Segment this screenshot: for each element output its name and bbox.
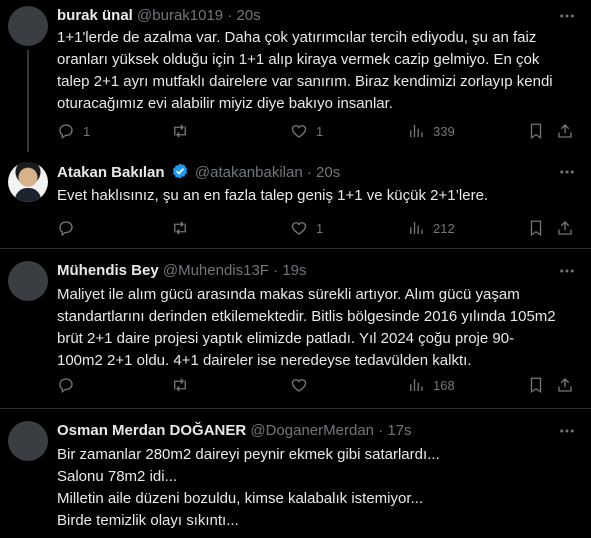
more-icon[interactable] (557, 421, 577, 441)
separator-dot: · (273, 262, 279, 279)
verified-badge-icon (172, 163, 187, 179)
bookmark-button[interactable] (527, 375, 545, 395)
author-name[interactable]: Mühendis Bey (57, 262, 159, 279)
timestamp[interactable]: 20s (316, 164, 340, 181)
bookmark-icon (530, 220, 542, 237)
bookmark-icon (530, 377, 542, 394)
thread-line (27, 50, 29, 152)
retweet-icon (174, 221, 186, 235)
tweet-text: 1+1'lerde de azalma var. Daha çok yatırı… (57, 29, 553, 112)
like-icon (291, 379, 307, 392)
avatar[interactable] (8, 6, 48, 46)
reply-icon (59, 124, 73, 140)
retweet-button[interactable] (171, 375, 197, 395)
author-name[interactable]: burak ünal (57, 7, 133, 24)
retweet-icon (174, 124, 186, 138)
reply-count: 1 (83, 123, 91, 139)
retweet-button[interactable] (171, 121, 197, 141)
reply-icon (59, 378, 73, 394)
views-count: 168 (433, 377, 455, 393)
timestamp[interactable]: 17s (387, 422, 411, 439)
author-handle[interactable]: @DoganerMerdan (250, 422, 374, 439)
share-button[interactable] (556, 218, 574, 238)
reply-button[interactable] (57, 375, 83, 395)
like-button[interactable]: 1 (290, 218, 323, 238)
share-button[interactable] (556, 375, 574, 395)
action-bar: 1 212 (57, 218, 577, 238)
author-handle[interactable]: @atakanbakilan (195, 164, 303, 181)
timestamp[interactable]: 19s (282, 262, 306, 279)
tweet-text: Evet haklısınız, şu an en fazla talep ge… (57, 187, 489, 204)
views-count: 212 (433, 220, 455, 236)
like-icon (291, 222, 307, 235)
like-count: 1 (316, 220, 324, 236)
views-icon (410, 222, 423, 234)
tweet-header: Atakan Bakılan @atakanbakilan · 20s (57, 162, 340, 183)
share-button[interactable] (556, 121, 574, 141)
avatar[interactable] (8, 162, 48, 202)
separator-dot: · (306, 164, 312, 181)
tweet-burak[interactable]: burak ünal @burak1019 · 20s 1+1'lerde de… (0, 0, 591, 152)
more-icon[interactable] (557, 261, 577, 281)
reply-thread: burak ünal @burak1019 · 20s 1+1'lerde de… (0, 0, 591, 538)
views-button[interactable]: 212 (407, 218, 455, 238)
tweet-osman[interactable]: Osman Merdan DOĞANER @DoganerMerdan · 17… (0, 409, 591, 538)
like-button[interactable]: 1 (290, 121, 323, 141)
share-icon (558, 124, 572, 138)
tweet-muhendis[interactable]: Mühendis Bey @Muhendis13F · 19s Maliyet … (0, 249, 591, 408)
tweet-text: Bir zamanlar 280m2 daireyi peynir ekmek … (57, 446, 440, 529)
reply-button[interactable]: 1 (57, 121, 90, 141)
views-button[interactable]: 168 (407, 375, 455, 395)
tweet-header: burak ünal @burak1019 · 20s (57, 6, 261, 26)
author-handle[interactable]: @burak1019 (137, 7, 223, 24)
like-icon (291, 125, 307, 138)
reply-icon (59, 221, 73, 237)
like-button[interactable] (290, 375, 316, 395)
author-name[interactable]: Osman Merdan DOĞANER (57, 422, 246, 439)
avatar[interactable] (8, 421, 48, 461)
tweet-header: Mühendis Bey @Muhendis13F · 19s (57, 261, 307, 281)
retweet-button[interactable] (171, 218, 197, 238)
tweet-text: Maliyet ile alım gücü arasında makas sür… (57, 286, 556, 369)
separator-dot: · (378, 422, 384, 439)
author-handle[interactable]: @Muhendis13F (163, 262, 269, 279)
more-icon[interactable] (557, 162, 577, 182)
action-bar: 168 (57, 375, 577, 395)
author-name[interactable]: Atakan Bakılan (57, 164, 165, 181)
bookmark-button[interactable] (527, 121, 545, 141)
bookmark-icon (530, 123, 542, 140)
more-icon[interactable] (557, 6, 577, 26)
tweet-header: Osman Merdan DOĞANER @DoganerMerdan · 17… (57, 421, 412, 441)
bookmark-button[interactable] (527, 218, 545, 238)
views-icon (410, 125, 423, 137)
views-icon (410, 379, 423, 391)
views-count: 339 (433, 123, 455, 139)
share-icon (558, 378, 572, 392)
tweet-atakan[interactable]: Atakan Bakılan @atakanbakilan · 20s Evet… (0, 152, 591, 248)
action-bar: 1 1 339 (57, 121, 577, 141)
share-icon (558, 221, 572, 235)
separator-dot: · (227, 7, 233, 24)
reply-button[interactable] (57, 218, 83, 238)
like-count: 1 (316, 123, 324, 139)
views-button[interactable]: 339 (407, 121, 455, 141)
retweet-icon (174, 378, 186, 392)
timestamp[interactable]: 20s (237, 7, 261, 24)
avatar[interactable] (8, 261, 48, 301)
